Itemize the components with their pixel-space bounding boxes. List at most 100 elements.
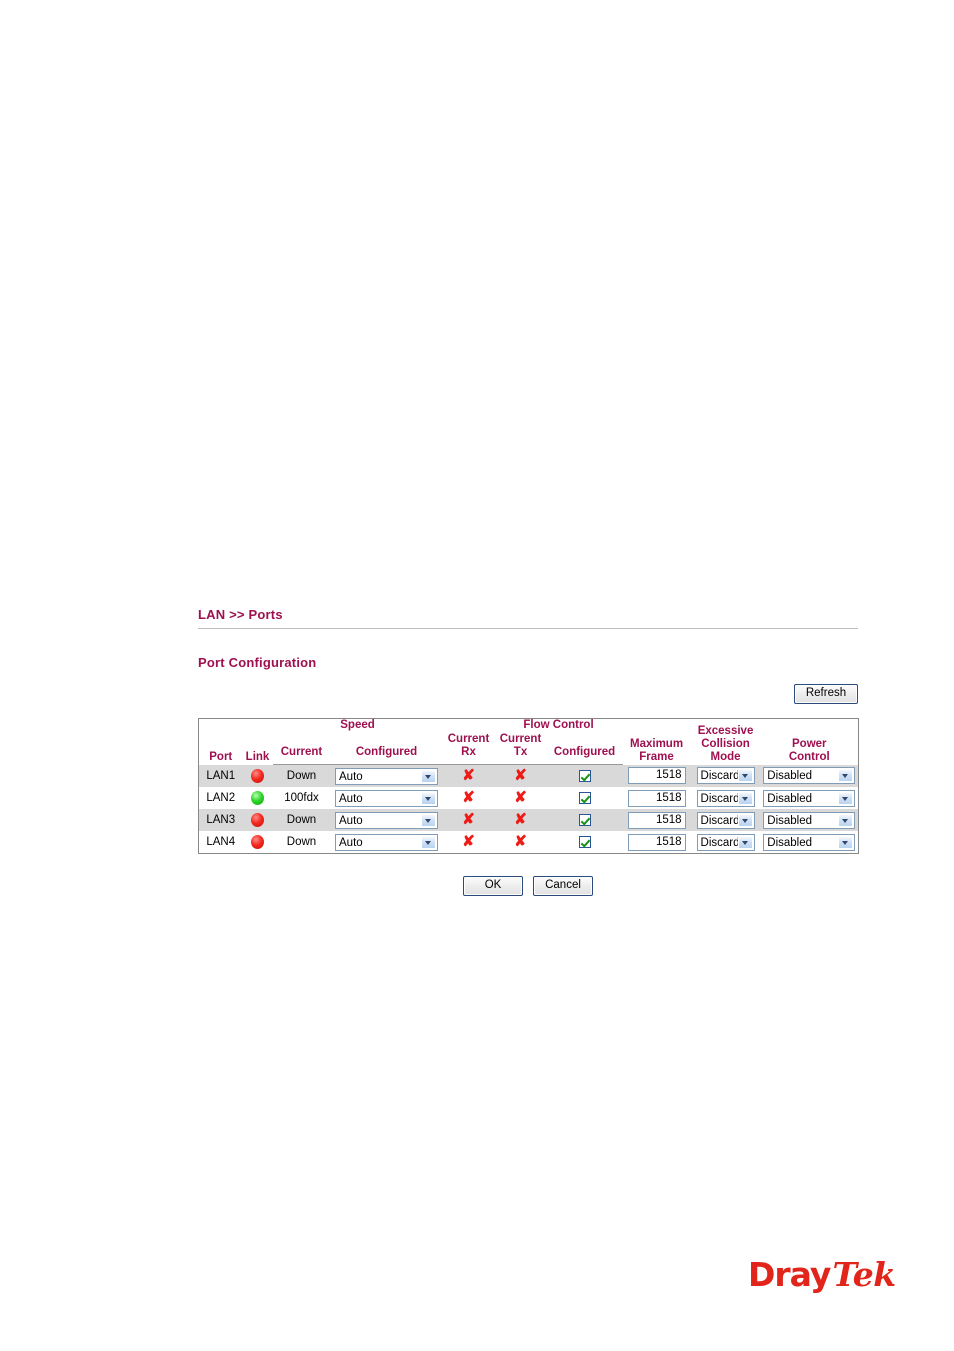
col-header-speed-group: Speed — [272, 718, 443, 733]
form-actions: OK Cancel — [198, 876, 858, 896]
col-header-fc-current-rx: Current Rx — [442, 733, 495, 765]
ok-button[interactable]: OK — [463, 876, 523, 896]
power-control-select[interactable]: Disabled — [763, 833, 856, 851]
chevron-down-icon — [421, 813, 436, 827]
draytek-logo: DrayTek — [748, 1258, 896, 1291]
chevron-down-icon — [737, 813, 753, 827]
x-mark-icon: ✘ — [514, 833, 527, 850]
table-row: LAN2 100fdx Auto ✘ ✘ 1518 Discard Disabled — [198, 787, 859, 809]
chevron-down-icon — [737, 791, 753, 805]
cell-port: LAN2 — [198, 787, 243, 809]
cell-speed-current: Down — [272, 764, 331, 787]
cell-power-control: Disabled — [760, 831, 859, 854]
col-header-power-line1: Power — [792, 737, 827, 750]
cancel-button[interactable]: Cancel — [533, 876, 593, 896]
speed-configured-select[interactable]: Auto — [335, 767, 438, 785]
col-header-maximum-frame-line1: Maximum — [630, 737, 684, 750]
flow-control-configured-checkbox[interactable] — [578, 835, 591, 848]
led-red-icon — [251, 835, 264, 849]
chevron-down-icon — [838, 791, 854, 805]
col-header-maximum-frame: Maximum Frame — [622, 718, 691, 765]
speed-configured-select[interactable]: Auto — [335, 833, 438, 851]
cell-link — [242, 809, 273, 831]
cell-fc-current-rx: ✘ — [442, 831, 495, 854]
x-mark-icon: ✘ — [514, 789, 527, 806]
cell-maximum-frame: 1518 — [622, 809, 691, 831]
chevron-down-icon — [421, 835, 436, 849]
cell-fc-current-rx: ✘ — [442, 764, 495, 787]
maximum-frame-input[interactable]: 1518 — [627, 811, 686, 829]
cell-fc-current-rx: ✘ — [442, 809, 495, 831]
speed-configured-select[interactable]: Auto — [335, 789, 438, 807]
cell-speed-configured: Auto — [330, 809, 443, 831]
cell-port: LAN1 — [198, 764, 243, 787]
cell-fc-current-tx: ✘ — [494, 764, 547, 787]
refresh-button[interactable]: Refresh — [794, 684, 858, 704]
cell-fc-configured — [546, 764, 623, 787]
cell-fc-configured — [546, 831, 623, 854]
col-header-power-control: Power Control — [760, 718, 859, 765]
excessive-collision-mode-select[interactable]: Discard — [696, 789, 755, 807]
table-header-row-top: Port Link Speed Flow Control Maximum Fra… — [198, 718, 859, 765]
cell-speed-current: Down — [272, 809, 331, 831]
col-header-excessive-collision-mode: Excessive Collision Mode — [690, 718, 761, 765]
cell-power-control: Disabled — [760, 809, 859, 831]
flow-control-configured-checkbox[interactable] — [578, 813, 591, 826]
cell-port: LAN4 — [198, 831, 243, 854]
col-header-maximum-frame-line2: Frame — [639, 750, 674, 763]
cell-speed-current: 100fdx — [272, 787, 331, 809]
col-header-ecm-line3: Mode — [710, 750, 741, 763]
maximum-frame-input[interactable]: 1518 — [627, 767, 686, 785]
col-header-power-line2: Control — [788, 750, 830, 763]
col-header-port: Port — [198, 718, 243, 765]
col-header-flow-control-group: Flow Control — [494, 718, 623, 733]
x-mark-icon: ✘ — [462, 789, 475, 806]
cell-excessive-collision-mode: Discard — [690, 831, 761, 854]
speed-configured-select[interactable]: Auto — [335, 811, 438, 829]
table-row: LAN3 Down Auto ✘ ✘ 1518 Discard Disabled — [198, 809, 859, 831]
cell-speed-configured: Auto — [330, 764, 443, 787]
chevron-down-icon — [421, 769, 436, 783]
logo-text-tek: Tek — [832, 1255, 896, 1294]
cell-port: LAN3 — [198, 809, 243, 831]
cell-excessive-collision-mode: Discard — [690, 764, 761, 787]
x-mark-icon: ✘ — [462, 833, 475, 850]
cell-link — [242, 787, 273, 809]
power-control-select[interactable]: Disabled — [763, 767, 856, 785]
chevron-down-icon — [838, 769, 854, 783]
cell-link — [242, 764, 273, 787]
chevron-down-icon — [838, 835, 854, 849]
led-green-icon — [251, 791, 264, 805]
title-divider — [198, 628, 858, 629]
cell-speed-current: Down — [272, 831, 331, 854]
excessive-collision-mode-select[interactable]: Discard — [696, 833, 755, 851]
excessive-collision-mode-select[interactable]: Discard — [696, 811, 755, 829]
flow-control-configured-checkbox[interactable] — [578, 791, 591, 804]
x-mark-icon: ✘ — [514, 811, 527, 828]
col-header-fc-configured: Configured — [546, 733, 623, 765]
table-body: LAN1 Down Auto ✘ ✘ 1518 Discard Disabled LAN2 100… — [198, 764, 859, 854]
power-control-select[interactable]: Disabled — [763, 811, 856, 829]
col-header-link: Link — [242, 718, 273, 765]
excessive-collision-mode-select[interactable]: Discard — [696, 767, 755, 785]
col-header-speed-configured: Configured — [330, 733, 443, 765]
x-mark-icon: ✘ — [462, 811, 475, 828]
col-header-fc-tx-line1: Current — [499, 733, 542, 745]
power-control-select[interactable]: Disabled — [763, 789, 856, 807]
cell-fc-current-tx: ✘ — [494, 831, 547, 854]
cell-speed-configured: Auto — [330, 787, 443, 809]
col-header-fc-tx-line2: Tx — [513, 746, 528, 758]
col-header-ecm-line2: Collision — [701, 737, 750, 750]
table-header: Port Link Speed Flow Control Maximum Fra… — [198, 718, 859, 765]
flow-control-configured-checkbox[interactable] — [578, 769, 591, 782]
cell-power-control: Disabled — [760, 787, 859, 809]
port-configuration-table: Port Link Speed Flow Control Maximum Fra… — [198, 718, 860, 854]
maximum-frame-input[interactable]: 1518 — [627, 789, 686, 807]
cell-maximum-frame: 1518 — [622, 764, 691, 787]
led-red-icon — [251, 768, 264, 783]
cell-link — [242, 831, 273, 854]
maximum-frame-input[interactable]: 1518 — [627, 833, 686, 851]
chevron-down-icon — [737, 769, 753, 783]
chevron-down-icon — [737, 835, 753, 849]
col-header-flow-control-spacer-rx — [442, 718, 495, 733]
